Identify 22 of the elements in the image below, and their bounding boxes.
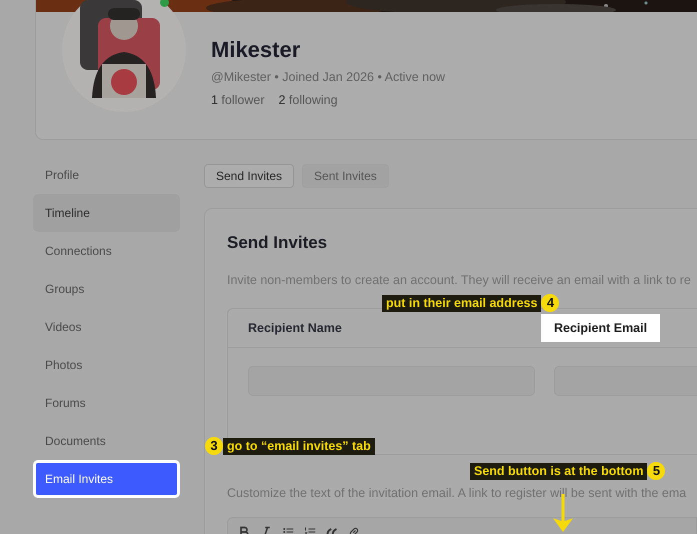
column-header: Recipient Email <box>541 314 660 342</box>
tab[interactable]: Sent Invites <box>302 164 389 188</box>
sidebar-item[interactable]: Photos <box>33 346 180 384</box>
annotation-label: go to “email invites” tab <box>223 438 375 454</box>
tab[interactable]: Send Invites <box>204 164 294 188</box>
annotation-label: put in their email address <box>382 294 542 312</box>
sidebar-item[interactable]: Connections <box>33 232 180 270</box>
sidebar-item[interactable]: Profile <box>33 156 180 194</box>
sidebar-item[interactable]: Videos <box>33 308 180 346</box>
follow-count[interactable]: 2 following <box>278 93 338 107</box>
profile-name: Mikester <box>211 36 302 64</box>
sidebar-item[interactable]: Forums <box>33 384 180 422</box>
card-title: Send Invites <box>227 233 328 253</box>
sidebar-item[interactable]: Timeline <box>33 194 180 232</box>
follow-count[interactable]: 1 follower <box>211 93 264 107</box>
profile-meta: @Mikester • Joined Jan 2026 • Active now <box>211 70 446 84</box>
card-description: Invite non-members to create an account. They will receive an email with a link to re <box>227 273 692 287</box>
sidebar-item[interactable]: Documents <box>33 422 180 460</box>
sidebar-item[interactable]: Groups <box>33 270 180 308</box>
annotation-label: Send button is at the bottom <box>470 462 648 480</box>
column-header: Recipient Name <box>247 320 343 337</box>
sidebar-item[interactable]: Email Invites <box>33 460 180 498</box>
